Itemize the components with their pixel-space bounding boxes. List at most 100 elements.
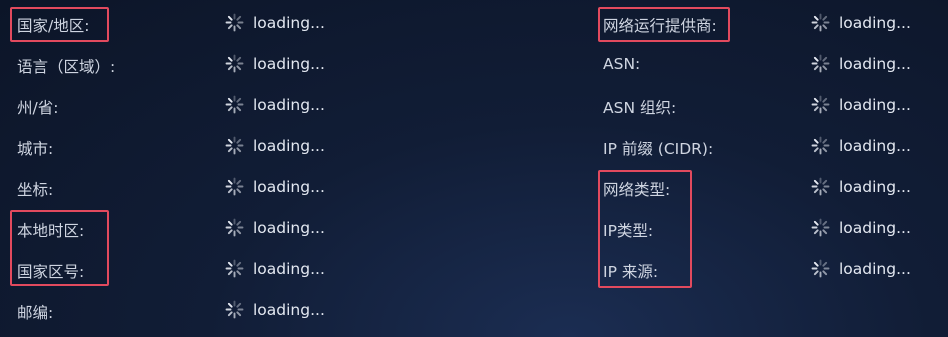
spinner-spoke [813, 261, 819, 267]
spinner-spoke [227, 179, 233, 185]
city-label: 城市: [17, 140, 54, 158]
state-province-value: loading... [225, 95, 325, 114]
loading-spinner-icon [225, 177, 244, 196]
spinner-spoke [227, 302, 233, 308]
loading-spinner-icon [225, 13, 244, 32]
spinner-spoke [236, 229, 242, 235]
spinner-spoke [822, 229, 828, 235]
spinner-spoke [227, 56, 233, 62]
loading-text: loading... [253, 177, 325, 196]
spinner-spoke [813, 270, 819, 276]
loading-text: loading... [839, 95, 911, 114]
spinner-spoke [227, 24, 233, 30]
isp-label: 网络运行提供商: [603, 17, 717, 35]
state-province-label: 州/省: [17, 99, 59, 117]
info-row-ip-type: IP类型: loading... [586, 205, 948, 246]
loading-spinner-icon [811, 54, 830, 73]
asn-org-value: loading... [811, 95, 911, 114]
spinner-spoke [227, 138, 233, 144]
local-timezone-value: loading... [225, 218, 325, 237]
ip-prefix-value: loading... [811, 136, 911, 155]
loading-text: loading... [253, 218, 325, 237]
spinner-spoke [813, 106, 819, 112]
language-region-label: 语言（区域）: [17, 58, 116, 76]
spinner-spoke [227, 220, 233, 226]
spinner-spoke [236, 56, 242, 62]
network-type-label: 网络类型: [603, 181, 671, 199]
country-region-label: 国家/地区: [17, 17, 90, 35]
info-row-asn: ASN: loading... [586, 41, 948, 82]
spinner-spoke [813, 179, 819, 185]
city-value: loading... [225, 136, 325, 155]
spinner-spoke [227, 270, 233, 276]
spinner-spoke [236, 147, 242, 153]
info-row-asn-org: ASN 组织: loading... [586, 82, 948, 123]
spinner-spoke [236, 138, 242, 144]
ip-type-label: IP类型: [603, 222, 654, 240]
coordinates-value: loading... [225, 177, 325, 196]
loading-spinner-icon [811, 13, 830, 32]
spinner-spoke [227, 261, 233, 267]
info-row-country-code: 国家区号: loading... [0, 246, 470, 287]
loading-text: loading... [253, 54, 325, 73]
spinner-spoke [236, 261, 242, 267]
ip-source-value: loading... [811, 259, 911, 278]
spinner-spoke [236, 24, 242, 30]
asn-value: loading... [811, 54, 911, 73]
spinner-spoke [236, 188, 242, 194]
loading-spinner-icon [811, 177, 830, 196]
spinner-spoke [813, 24, 819, 30]
spinner-spoke [813, 56, 819, 62]
loading-text: loading... [253, 95, 325, 114]
spinner-spoke [822, 270, 828, 276]
spinner-spoke [813, 188, 819, 194]
spinner-spoke [813, 220, 819, 226]
loading-spinner-icon [225, 136, 244, 155]
ip-source-label: IP 来源: [603, 263, 659, 281]
country-code-value: loading... [225, 259, 325, 278]
loading-spinner-icon [225, 300, 244, 319]
spinner-spoke [813, 65, 819, 71]
ip-prefix-label: IP 前缀 (CIDR): [603, 140, 714, 158]
language-region-value: loading... [225, 54, 325, 73]
info-row-network-type: 网络类型: loading... [586, 164, 948, 205]
spinner-spoke [822, 15, 828, 21]
local-timezone-label: 本地时区: [17, 222, 85, 240]
spinner-spoke [227, 188, 233, 194]
spinner-spoke [236, 179, 242, 185]
spinner-spoke [227, 311, 233, 317]
loading-spinner-icon [225, 95, 244, 114]
info-row-coordinates: 坐标: loading... [0, 164, 470, 205]
spinner-spoke [813, 97, 819, 103]
loading-spinner-icon [811, 218, 830, 237]
loading-spinner-icon [225, 218, 244, 237]
info-row-language-region: 语言（区域）: loading... [0, 41, 470, 82]
spinner-spoke [236, 220, 242, 226]
info-row-local-timezone: 本地时区: loading... [0, 205, 470, 246]
loading-spinner-icon [811, 95, 830, 114]
spinner-spoke [813, 138, 819, 144]
spinner-spoke [822, 56, 828, 62]
spinner-spoke [236, 302, 242, 308]
coordinates-label: 坐标: [17, 181, 54, 199]
spinner-spoke [236, 15, 242, 21]
loading-spinner-icon [811, 259, 830, 278]
spinner-spoke [822, 65, 828, 71]
loading-text: loading... [839, 54, 911, 73]
loading-text: loading... [839, 13, 911, 32]
info-row-postal-code: 邮编: loading... [0, 287, 470, 328]
spinner-spoke [822, 261, 828, 267]
info-row-country-region: 国家/地区: loading... [0, 0, 470, 41]
loading-text: loading... [253, 13, 325, 32]
spinner-spoke [236, 311, 242, 317]
loading-text: loading... [253, 136, 325, 155]
info-row-ip-prefix: IP 前缀 (CIDR): loading... [586, 123, 948, 164]
info-row-ip-source: IP 来源: loading... [586, 246, 948, 287]
spinner-spoke [236, 97, 242, 103]
spinner-spoke [822, 147, 828, 153]
spinner-spoke [813, 229, 819, 235]
loading-spinner-icon [225, 54, 244, 73]
loading-spinner-icon [225, 259, 244, 278]
isp-value: loading... [811, 13, 911, 32]
spinner-spoke [236, 65, 242, 71]
